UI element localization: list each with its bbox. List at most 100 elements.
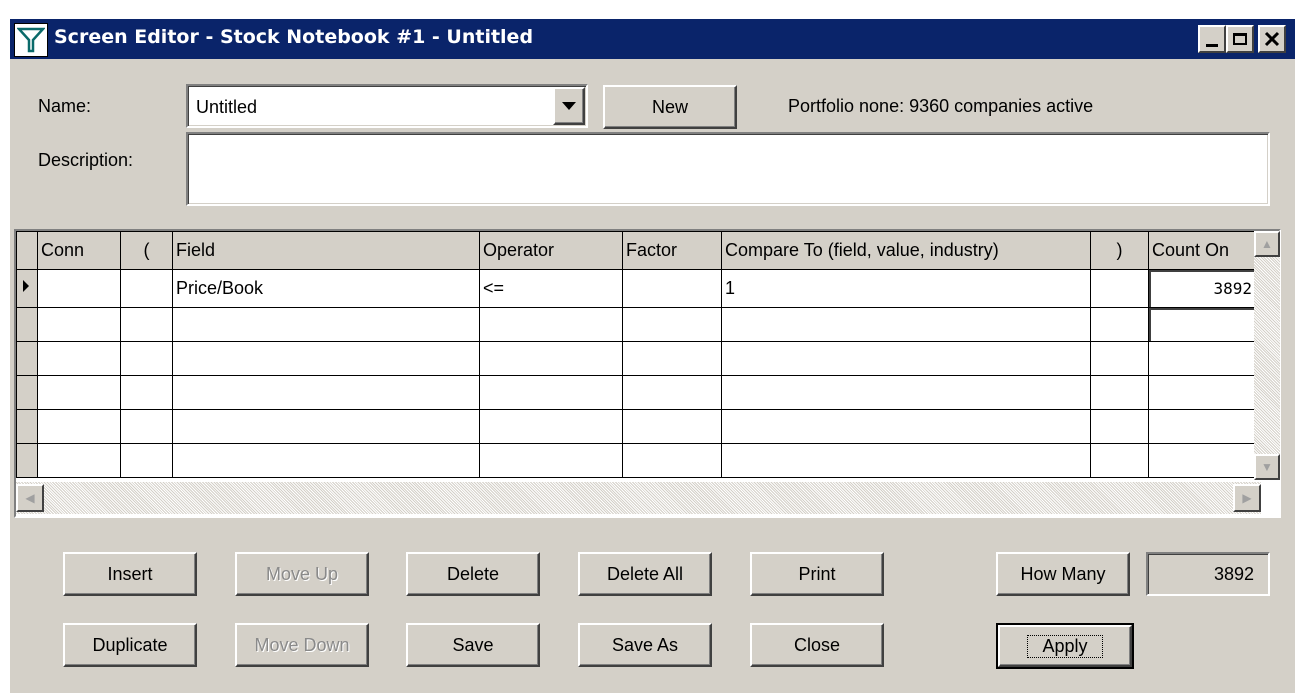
cell-compare-to[interactable] <box>721 443 1091 478</box>
column-header-operator[interactable]: Operator <box>479 231 623 270</box>
column-header-compare-to[interactable]: Compare To (field, value, industry) <box>721 231 1091 270</box>
maximize-button[interactable] <box>1226 25 1254 53</box>
cell-operator[interactable]: <= <box>479 269 623 308</box>
cell-field[interactable] <box>172 409 480 444</box>
minimize-button[interactable] <box>1198 25 1226 53</box>
cell-conn[interactable] <box>37 307 121 342</box>
cell-field[interactable] <box>172 341 480 376</box>
cell-conn[interactable] <box>37 341 121 376</box>
how-many-button[interactable]: How Many <box>996 552 1130 596</box>
delete-button[interactable]: Delete <box>406 552 540 596</box>
column-header-count-on[interactable]: Count On <box>1148 231 1256 270</box>
cell-conn[interactable] <box>37 409 121 444</box>
close-button[interactable]: Close <box>750 623 884 667</box>
cell-field[interactable]: Price/Book <box>172 269 480 308</box>
apply-button-face[interactable]: Apply <box>998 625 1132 667</box>
cell-conn[interactable] <box>37 375 121 410</box>
delete-all-button[interactable]: Delete All <box>578 552 712 596</box>
move-down-button[interactable]: Move Down <box>235 623 369 667</box>
duplicate-button[interactable]: Duplicate <box>63 623 197 667</box>
cell-field[interactable] <box>172 307 480 342</box>
horizontal-scrollbar[interactable] <box>16 482 1261 514</box>
cell-field[interactable] <box>172 375 480 410</box>
table-row[interactable] <box>16 443 1256 478</box>
cell-operator[interactable] <box>479 443 623 478</box>
cell-open-paren[interactable] <box>120 443 173 478</box>
cell-count-on[interactable] <box>1148 307 1256 342</box>
cell-open-paren[interactable] <box>120 341 173 376</box>
arrow-down-icon: ▼ <box>1261 460 1273 474</box>
description-label: Description: <box>38 150 134 170</box>
save-button[interactable]: Save <box>406 623 540 667</box>
table-row[interactable] <box>16 375 1256 410</box>
table-row[interactable] <box>16 409 1256 444</box>
cell-close-paren[interactable] <box>1090 269 1149 308</box>
cell-open-paren[interactable] <box>120 375 173 410</box>
new-button[interactable]: New <box>603 85 737 129</box>
save-as-button[interactable]: Save As <box>578 623 712 667</box>
column-header-close-paren[interactable]: ) <box>1090 231 1149 270</box>
table-row[interactable] <box>16 341 1256 376</box>
cell-factor[interactable] <box>622 307 722 342</box>
insert-button[interactable]: Insert <box>63 552 197 596</box>
apply-label: Apply <box>1027 634 1103 658</box>
cell-factor[interactable] <box>622 341 722 376</box>
row-indicator[interactable] <box>16 375 38 410</box>
cell-factor[interactable] <box>622 269 722 308</box>
name-combobox[interactable]: Untitled <box>186 84 588 128</box>
cell-compare-to[interactable] <box>721 409 1091 444</box>
scroll-down-button[interactable]: ▼ <box>1254 454 1280 480</box>
criteria-table: Conn ( Field Operator Factor Compare To … <box>16 231 1256 478</box>
cell-operator[interactable] <box>479 375 623 410</box>
column-header-field[interactable]: Field <box>172 231 480 270</box>
cell-factor[interactable] <box>622 375 722 410</box>
scroll-right-button[interactable]: ▶ <box>1233 484 1261 512</box>
cell-count-on[interactable] <box>1148 443 1256 478</box>
row-indicator[interactable] <box>16 269 38 308</box>
cell-factor[interactable] <box>622 409 722 444</box>
row-indicator[interactable] <box>16 307 38 342</box>
cell-open-paren[interactable] <box>120 269 173 308</box>
cell-close-paren[interactable] <box>1090 341 1149 376</box>
cell-factor[interactable] <box>622 443 722 478</box>
cell-count-on[interactable] <box>1148 409 1256 444</box>
row-indicator[interactable] <box>16 341 38 376</box>
cell-count-on[interactable] <box>1148 375 1256 410</box>
cell-operator[interactable] <box>479 341 623 376</box>
vertical-scrollbar[interactable] <box>1254 231 1280 480</box>
cell-operator[interactable] <box>479 409 623 444</box>
row-indicator-header <box>16 231 38 270</box>
cell-compare-to[interactable] <box>721 341 1091 376</box>
cell-count-on[interactable]: 3892 <box>1148 269 1256 308</box>
name-value: Untitled <box>196 97 258 117</box>
cell-compare-to[interactable] <box>721 307 1091 342</box>
cell-compare-to[interactable] <box>721 375 1091 410</box>
cell-open-paren[interactable] <box>120 307 173 342</box>
print-button[interactable]: Print <box>750 552 884 596</box>
name-dropdown-button[interactable] <box>553 87 585 125</box>
description-field[interactable] <box>186 132 1270 206</box>
scroll-up-button[interactable]: ▲ <box>1254 231 1280 257</box>
cell-count-on[interactable] <box>1148 341 1256 376</box>
cell-close-paren[interactable] <box>1090 409 1149 444</box>
cell-field[interactable] <box>172 443 480 478</box>
cell-close-paren[interactable] <box>1090 375 1149 410</box>
move-up-button[interactable]: Move Up <box>235 552 369 596</box>
close-window-button[interactable] <box>1258 25 1286 53</box>
cell-conn[interactable] <box>37 443 121 478</box>
table-row[interactable]: Price/Book <= 1 3892 <box>16 269 1256 308</box>
column-header-open-paren[interactable]: ( <box>120 231 173 270</box>
apply-button[interactable]: Apply <box>996 623 1134 669</box>
row-indicator[interactable] <box>16 409 38 444</box>
column-header-conn[interactable]: Conn <box>37 231 121 270</box>
table-row[interactable] <box>16 307 1256 342</box>
cell-compare-to[interactable]: 1 <box>721 269 1091 308</box>
cell-operator[interactable] <box>479 307 623 342</box>
column-header-factor[interactable]: Factor <box>622 231 722 270</box>
row-indicator[interactable] <box>16 443 38 478</box>
cell-close-paren[interactable] <box>1090 443 1149 478</box>
cell-close-paren[interactable] <box>1090 307 1149 342</box>
scroll-left-button[interactable]: ◀ <box>16 484 44 512</box>
cell-conn[interactable] <box>37 269 121 308</box>
cell-open-paren[interactable] <box>120 409 173 444</box>
